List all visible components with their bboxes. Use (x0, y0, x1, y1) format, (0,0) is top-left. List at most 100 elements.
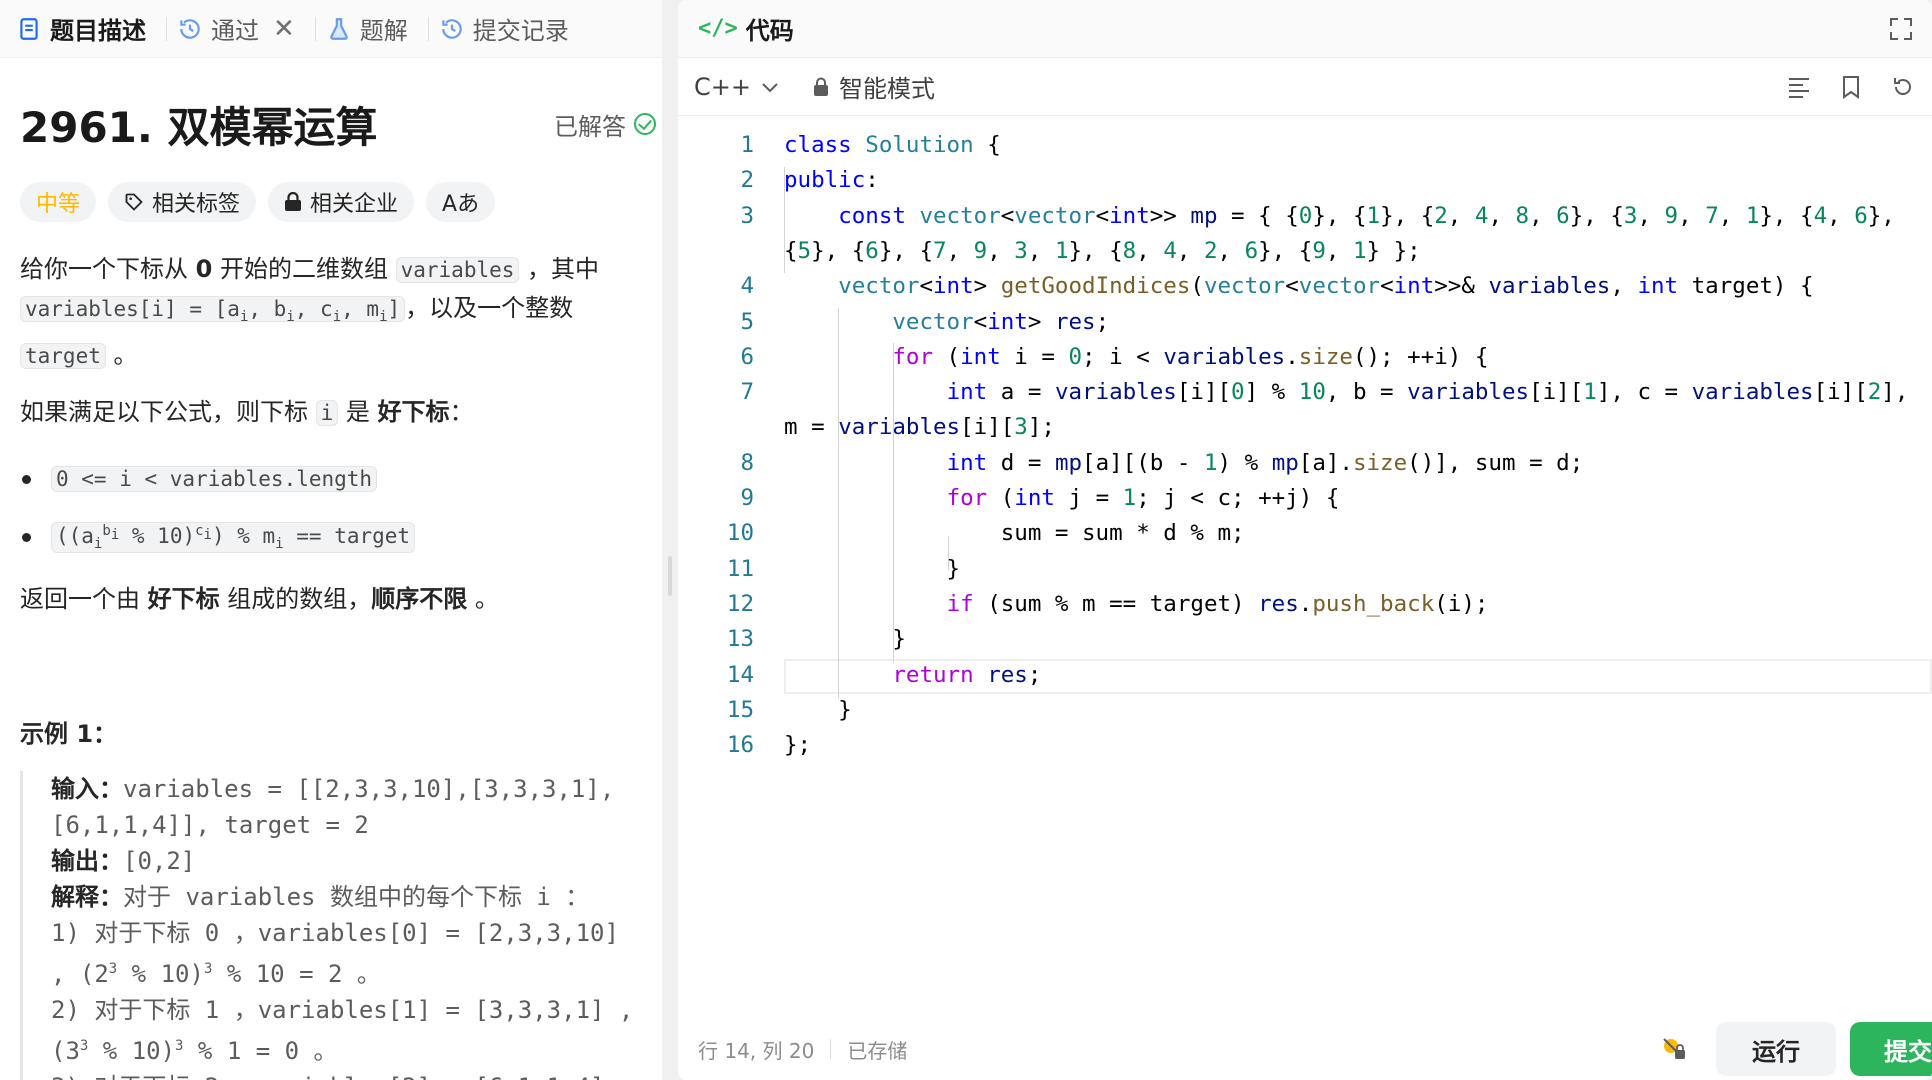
code-line[interactable]: 1 class Solution { (678, 128, 1932, 163)
desc-text: 返回一个由 (20, 585, 148, 614)
code-part: , b (248, 297, 287, 321)
line-number: 11 (726, 555, 754, 582)
check-circle-icon (634, 113, 656, 135)
bullet (22, 474, 31, 484)
subscript: i (332, 309, 342, 326)
debug-icon[interactable] (1658, 1032, 1688, 1062)
tab-description[interactable]: 题目描述 (14, 0, 158, 58)
save-status: 已存储 (847, 1038, 908, 1063)
code-line[interactable]: m = variables[i][3]; (678, 410, 1932, 445)
code-text: vector<int> getGoodIndices(vector<vector… (838, 273, 1814, 300)
code-text: sum = sum * d % m; (784, 520, 1245, 547)
superscript: bi (102, 522, 119, 543)
run-button[interactable]: 运行 (1716, 1022, 1836, 1076)
list-item: ((aibi % 10)ci) % mi == target (20, 508, 642, 566)
line-number: 8 (740, 449, 754, 476)
example-text: % 1 = 0 。 (183, 1037, 338, 1066)
related-tags-button[interactable]: 相关标签 (108, 182, 257, 222)
lock-icon (285, 192, 302, 211)
panel-splitter[interactable] (662, 0, 678, 1080)
reset-icon[interactable] (1890, 74, 1916, 100)
code-editor[interactable]: 1 class Solution {2 public: 3 const vector<… (678, 128, 1932, 1018)
subscript: i (203, 526, 212, 543)
code-part: c (195, 522, 204, 539)
related-companies-label: 相关企业 (310, 192, 399, 217)
example-line: 输出：[0,2] (51, 843, 642, 879)
code-line[interactable]: 7 int a = variables[i][0] % 10, b = vari… (678, 375, 1932, 410)
code-line[interactable]: 15 } (678, 693, 1932, 728)
subscript: i (286, 309, 295, 326)
drag-handle[interactable] (668, 556, 672, 596)
code-panel-header: </> 代码 (678, 0, 1932, 58)
code-line[interactable]: 5 vector<int> res; (678, 305, 1932, 340)
format-icon[interactable] (1786, 74, 1812, 100)
code-text: return res; (892, 661, 1042, 688)
code-line[interactable]: 3 const vector<vector<int>> mp = { {0}, … (678, 199, 1932, 234)
translate-button[interactable]: Aあ (426, 182, 496, 222)
tab-description-label: 题目描述 (50, 17, 146, 45)
solved-status: 已解答 (554, 107, 656, 142)
code-line[interactable]: 14 return res; (678, 658, 1932, 693)
code-line[interactable]: 9 for (int j = 1; j < c; ++j) { (678, 481, 1932, 516)
tab-accepted-label: 通过 (211, 17, 259, 45)
bookmark-icon[interactable] (1838, 74, 1864, 100)
subscript: i (379, 309, 388, 326)
code-line[interactable]: 13 } (678, 622, 1932, 657)
code-text: for (int j = 1; j < c; ++j) { (946, 485, 1340, 511)
line-number: 1 (740, 132, 754, 158)
smart-mode-label: 智能模式 (838, 75, 935, 103)
example-text: , (2 (51, 960, 109, 989)
code-text: vector<int> res; (892, 308, 1110, 335)
return-paragraph: 返回一个由 好下标 组成的数组，顺序不限 。 (20, 580, 642, 618)
related-tags-label: 相关标签 (152, 192, 241, 217)
problem-title[interactable]: 2961. 双模幂运算 (20, 94, 377, 155)
input-label: 输入： (51, 775, 123, 804)
tab-accepted[interactable]: 通过 ✕ (175, 0, 307, 58)
tab-solutions[interactable]: 题解 (324, 0, 420, 58)
code-line[interactable]: 10 sum = sum * d % m; (678, 516, 1932, 551)
code-part: , m (341, 297, 380, 321)
fullscreen-icon[interactable] (1890, 17, 1912, 40)
code-text: public: (784, 167, 879, 194)
inline-code: variables[i] = [ai, bi, ci, mi] (20, 296, 406, 326)
code-line[interactable]: 16}; (678, 728, 1932, 763)
line-number: 4 (740, 273, 754, 300)
code-line[interactable]: 6 for (int i = 0; i < variables.size(); … (678, 340, 1932, 375)
example-text: % 10 = 2 。 (212, 960, 381, 989)
code-line[interactable]: {5}, {6}, {7, 9, 3, 1}, {8, 4, 2, 6}, {9… (678, 234, 1932, 269)
submit-button[interactable]: 提交 (1850, 1022, 1932, 1076)
code-line[interactable]: 4 vector<int> getGoodIndices(vector<vect… (678, 269, 1932, 304)
line-number: 15 (726, 696, 754, 723)
code-text: } (784, 626, 906, 653)
desc-text: ，以及一个整数 (405, 294, 574, 322)
code-line[interactable]: 8 int d = mp[a][(b - 1) % mp[a].size()],… (678, 446, 1932, 481)
superscript: ci (195, 522, 212, 543)
condition-paragraph: 如果满足以下公式，则下标 i 是 好下标： (20, 393, 642, 432)
close-icon[interactable]: ✕ (273, 14, 295, 44)
code-part: b (102, 522, 111, 539)
output-label: 输出： (51, 847, 123, 876)
subscript: i (275, 535, 284, 552)
language-select[interactable]: C++ (694, 73, 779, 101)
smart-mode-toggle[interactable]: 智能模式 (813, 69, 935, 104)
cursor-position: 行 14, 列 20 (698, 1038, 815, 1063)
line-number: 9 (740, 485, 754, 511)
code-line[interactable]: 11 } (678, 552, 1932, 587)
code-text: int d = mp[a][(b - 1) % mp[a].size()], s… (946, 449, 1584, 476)
desc-text: 开始的二维数组 (212, 255, 396, 283)
example-text: 对于 variables 数组中的每个下标 i ： (123, 883, 590, 912)
explain-label: 解释： (51, 883, 123, 912)
related-companies-button[interactable]: 相关企业 (268, 182, 415, 222)
list-item: 0 <= i < variables.length (20, 450, 642, 508)
desc-text: 组成的数组， (219, 585, 372, 614)
example-line: 解释：对于 variables 数组中的每个下标 i ： (51, 879, 642, 915)
line-number: 12 (726, 590, 754, 617)
problem-panel: 题目描述 通过 ✕ 题解 提交记录 2961. 双模幂运算 已解答 中等 相关标… (0, 0, 662, 1080)
tab-submissions[interactable]: 提交记录 (437, 0, 581, 58)
problem-tabs: 题目描述 通过 ✕ 题解 提交记录 (0, 0, 662, 58)
code-line[interactable]: 2 public: (678, 163, 1932, 198)
history-icon (442, 18, 462, 39)
code-text: } (784, 555, 961, 582)
example-line: (33 % 10)3 % 1 = 0 。 (51, 1028, 642, 1069)
code-line[interactable]: 12 if (sum % m == target) res.push_back(… (678, 587, 1932, 622)
